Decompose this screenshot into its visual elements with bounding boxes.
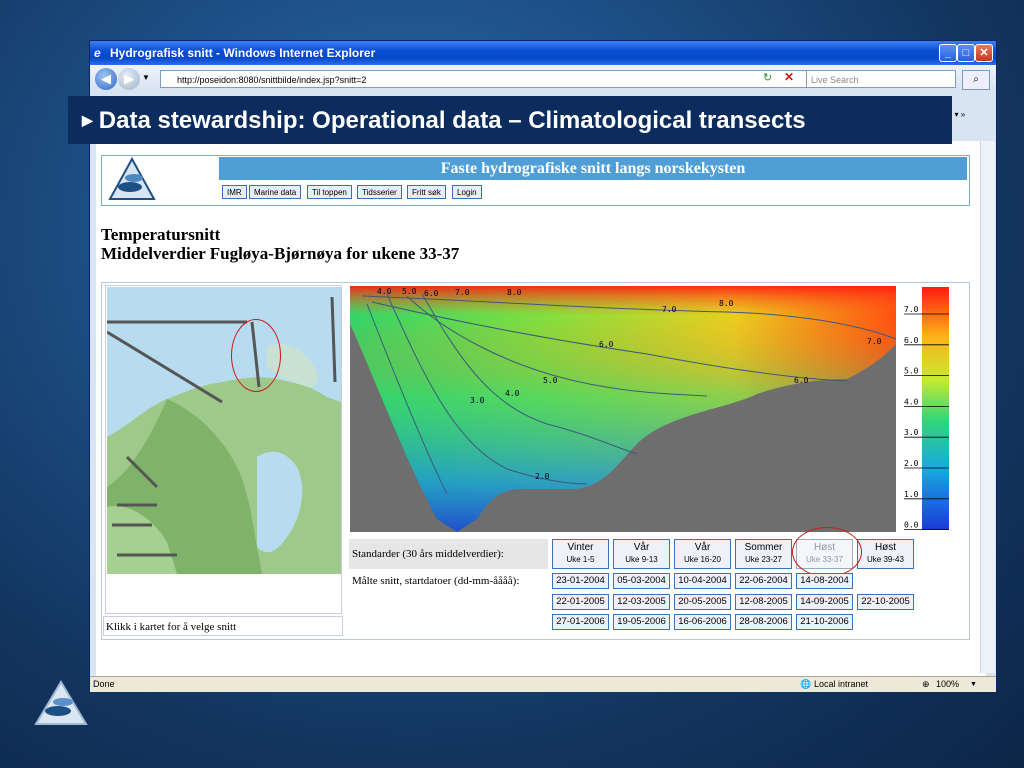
contour-label: 7.0 [662, 305, 677, 314]
contour-label: 3.0 [470, 396, 485, 405]
contour-label: 6.0 [424, 289, 439, 298]
date-button[interactable]: 22-10-2005 [857, 594, 914, 610]
colorbar-tick-label: 5.0 [904, 367, 919, 376]
standard-button[interactable]: Vår Uke 9-13 [613, 539, 670, 569]
date-button[interactable]: 16-06-2006 [674, 614, 731, 630]
standard-button[interactable]: Vinter Uke 1-5 [552, 539, 609, 569]
nav-button-marine-data[interactable]: Marine data [249, 185, 302, 199]
nav-button-imr[interactable]: IMR [222, 185, 247, 199]
bullet-triangle-icon: ▶ [82, 112, 93, 128]
transect-map[interactable] [107, 287, 341, 574]
status-bar: Done 🌐 Local intranet ⊕ 100% ▼ [90, 676, 996, 692]
imr-logo-icon [108, 157, 156, 200]
zoom-dropdown-icon[interactable]: ▼ [970, 677, 977, 692]
slide-banner: ▶ Data stewardship: Operational data – Cl… [68, 96, 952, 144]
contour-label: 7.0 [455, 288, 470, 297]
colorbar [922, 287, 949, 530]
colorbar-tick-label: 7.0 [904, 305, 919, 314]
close-button[interactable]: ✕ [975, 44, 993, 62]
status-text: Done [93, 679, 115, 689]
contour-label: 6.0 [599, 340, 614, 349]
nav-button-login[interactable]: Login [452, 185, 482, 199]
imr-logo-icon [34, 680, 88, 725]
selected-highlight-circle [792, 527, 862, 577]
colorbar-tick-label: 2.0 [904, 459, 919, 468]
contour-label: 8.0 [507, 288, 522, 297]
colorbar-tick-label: 3.0 [904, 428, 919, 437]
zoom-icon[interactable]: ⊕ [922, 677, 930, 692]
ie-icon: e [94, 46, 101, 60]
url-field[interactable]: http://poseidon:8080/snittbilde/index.js… [160, 70, 830, 88]
standards-label: Standarder (30 års middelverdier): [349, 539, 548, 569]
contour-label: 5.0 [543, 376, 558, 385]
back-button[interactable]: ◀ [95, 68, 117, 90]
colorbar-tick-label: 1.0 [904, 490, 919, 499]
stop-icon[interactable]: ✕ [784, 70, 794, 84]
contour-label: 5.0 [402, 287, 417, 296]
nav-button-til-toppen[interactable]: Til toppen [307, 185, 352, 199]
nav-button-fritt-sok[interactable]: Fritt søk [407, 185, 446, 199]
title-bar: e Hydrografisk snitt - Windows Internet … [90, 41, 996, 65]
zone-label: Local intranet [814, 679, 869, 689]
vertical-scrollbar[interactable] [980, 141, 995, 673]
date-button[interactable]: 22-06-2004 [735, 573, 792, 589]
minimize-button[interactable]: _ [939, 44, 957, 62]
measured-label: Målte snitt, startdatoer (dd-mm-åååå): [352, 575, 520, 587]
date-button[interactable]: 10-04-2004 [674, 573, 731, 589]
maximize-button[interactable]: □ [957, 44, 975, 62]
temperature-section-chart: 4.0 5.0 6.0 7.0 8.0 7.0 8.0 6.0 7.0 5.0 … [350, 286, 949, 532]
zone-globe-icon: 🌐 [800, 679, 812, 689]
search-icon[interactable]: ⌕ [962, 70, 990, 90]
contour-label: 6.0 [794, 376, 809, 385]
date-button[interactable]: 14-08-2004 [796, 573, 853, 589]
zoom-level[interactable]: 100% [936, 677, 959, 692]
history-dropdown-icon[interactable]: ▼ [142, 73, 150, 82]
contour-label: 4.0 [377, 287, 392, 296]
refresh-icon[interactable]: ↻ [763, 71, 772, 84]
forward-button[interactable]: ▶ [118, 68, 140, 90]
page-subtitle: Middelverdier Fugløya-Bjørnøya for ukene… [101, 244, 460, 263]
colorbar-tick-label: 4.0 [904, 397, 919, 406]
date-button[interactable]: 14-09-2005 [796, 594, 853, 610]
standard-button[interactable]: Sommer Uke 23-27 [735, 539, 792, 569]
map-hint: Klikk i kartet for å velge snitt [103, 616, 343, 636]
standard-button[interactable]: Vår Uke 16-20 [674, 539, 731, 569]
nav-button-tidsserier[interactable]: Tidsserier [357, 185, 402, 199]
date-button[interactable]: 22-01-2005 [552, 594, 609, 610]
page-title: Temperatursnitt [101, 225, 221, 244]
contour-label: 2.0 [535, 472, 550, 481]
search-input[interactable]: Live Search [806, 70, 956, 88]
contour-label: 7.0 [867, 337, 882, 346]
contour-label: 4.0 [505, 389, 520, 398]
contour-label: 8.0 [719, 299, 734, 308]
colorbar-tick-label: 6.0 [904, 336, 919, 345]
map-highlight-circle [231, 319, 281, 392]
address-bar: ◀ ▶ ▼ http://poseidon:8080/snittbilde/in… [90, 65, 996, 93]
colorbar-tick-label: 0.0 [904, 521, 919, 530]
date-button[interactable]: 21-10-2006 [796, 614, 853, 630]
date-button[interactable]: 28-08-2006 [735, 614, 792, 630]
banner-text: Data stewardship: Operational data – Cli… [98, 107, 806, 134]
date-button[interactable]: 12-03-2005 [613, 594, 670, 610]
date-button[interactable]: 19-05-2006 [613, 614, 670, 630]
date-button[interactable]: 12-08-2005 [735, 594, 792, 610]
date-button[interactable]: 05-03-2004 [613, 573, 670, 589]
date-button[interactable]: 20-05-2005 [674, 594, 731, 610]
date-button[interactable]: 27-01-2006 [552, 614, 609, 630]
date-button[interactable]: 23-01-2004 [552, 573, 609, 589]
site-title: Faste hydrografiske snitt langs norskeky… [219, 157, 967, 180]
standard-button[interactable]: Høst Uke 39-43 [857, 539, 914, 569]
window-title: Hydrografisk snitt - Windows Internet Ex… [110, 46, 376, 60]
